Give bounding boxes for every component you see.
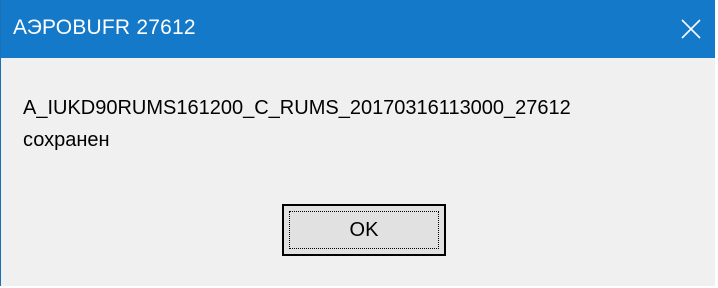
dialog-body: A_IUKD90RUMS161200_C_RUMS_20170316113000… [1, 58, 715, 286]
message-text: A_IUKD90RUMS161200_C_RUMS_20170316113000… [23, 92, 703, 156]
title-bar[interactable]: АЭРОBUFR 27612 [1, 0, 715, 58]
window-title: АЭРОBUFR 27612 [13, 16, 196, 39]
message-filename: A_IUKD90RUMS161200_C_RUMS_20170316113000… [23, 97, 571, 119]
message-dialog: АЭРОBUFR 27612 A_IUKD90RUMS161200_C_RUMS… [0, 0, 715, 286]
ok-button[interactable]: OK [282, 204, 446, 256]
close-button[interactable] [667, 0, 715, 58]
ok-button-label: OK [349, 219, 379, 241]
close-icon [681, 19, 701, 39]
message-status: сохранен [23, 129, 110, 151]
